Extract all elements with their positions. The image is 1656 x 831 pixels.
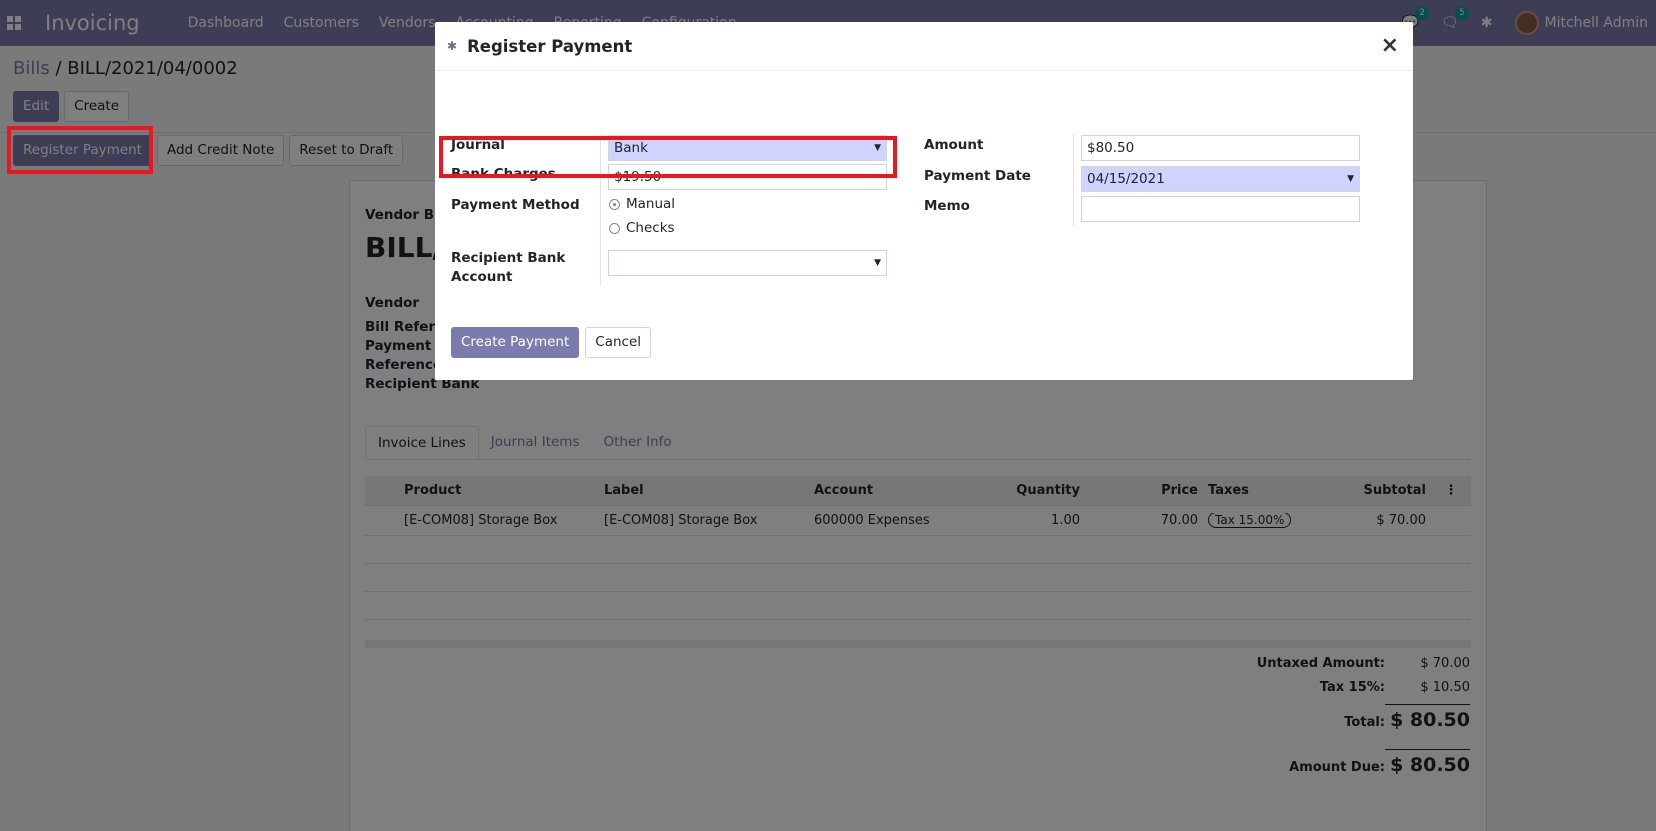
payment-date-input[interactable]: 04/15/2021 ▼ xyxy=(1081,166,1360,192)
modal-header: ✱ Register Payment × xyxy=(435,22,1413,71)
modal-footer: Create Payment Cancel xyxy=(451,327,651,358)
close-icon[interactable]: × xyxy=(1381,33,1399,58)
create-payment-button[interactable]: Create Payment xyxy=(451,327,580,358)
radio-manual[interactable] xyxy=(609,198,620,210)
recipient-bank-account-label: Recipient Bank Account xyxy=(451,250,566,285)
payment-method-manual[interactable]: Manual xyxy=(609,196,675,212)
payment-date-label: Payment Date xyxy=(924,168,1031,184)
amount-input[interactable] xyxy=(1081,135,1360,161)
payment-date-value: 04/15/2021 xyxy=(1087,171,1165,187)
register-payment-dialog: ✱ Register Payment × Journal Bank Charge… xyxy=(435,22,1413,380)
payment-method-manual-label: Manual xyxy=(626,196,676,212)
payment-method-checks[interactable]: Checks xyxy=(609,220,675,236)
modal-title: Register Payment xyxy=(467,36,633,56)
memo-input[interactable] xyxy=(1081,196,1360,222)
cancel-button[interactable]: Cancel xyxy=(585,327,651,358)
highlight-bank-charges xyxy=(439,136,897,178)
chevron-down-icon: ▼ xyxy=(1347,174,1354,184)
payment-method-label: Payment Method xyxy=(451,197,580,213)
amount-label: Amount xyxy=(924,137,984,153)
debug-bug-icon[interactable]: ✱ xyxy=(447,39,457,53)
chevron-down-icon: ▼ xyxy=(874,258,881,268)
recipient-bank-account-select[interactable]: ▼ xyxy=(608,250,887,276)
label-separator xyxy=(1073,134,1074,226)
memo-label: Memo xyxy=(924,198,970,214)
radio-checks[interactable] xyxy=(609,222,620,234)
payment-method-checks-label: Checks xyxy=(626,220,675,236)
highlight-register-payment xyxy=(7,126,153,174)
